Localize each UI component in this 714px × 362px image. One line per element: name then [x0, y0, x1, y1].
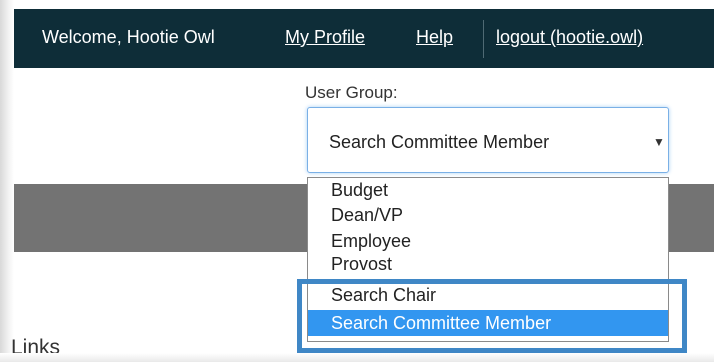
page-shadow-left: [0, 0, 14, 362]
help-link[interactable]: Help: [416, 27, 453, 48]
highlight-box: [297, 279, 687, 353]
user-group-selected-value: Search Committee Member: [329, 132, 550, 152]
logout-link[interactable]: logout (hootie.owl): [496, 27, 643, 48]
option-budget[interactable]: Budget: [308, 178, 668, 202]
welcome-message: Welcome, Hootie Owl: [42, 27, 215, 47]
option-employee[interactable]: Employee: [308, 228, 668, 254]
dropdown-arrow-icon: ▼: [653, 135, 665, 149]
top-navigation-bar: Welcome, Hootie Owl My Profile Help logo…: [14, 9, 714, 68]
option-provost[interactable]: Provost: [308, 254, 668, 278]
nav-divider: [483, 20, 484, 58]
user-group-select[interactable]: Search Committee Member ▼: [307, 107, 669, 173]
my-profile-link[interactable]: My Profile: [285, 27, 365, 48]
user-group-label: User Group:: [305, 83, 398, 102]
page-shadow-bottom: [0, 353, 714, 362]
option-dean-vp[interactable]: Dean/VP: [308, 202, 668, 228]
